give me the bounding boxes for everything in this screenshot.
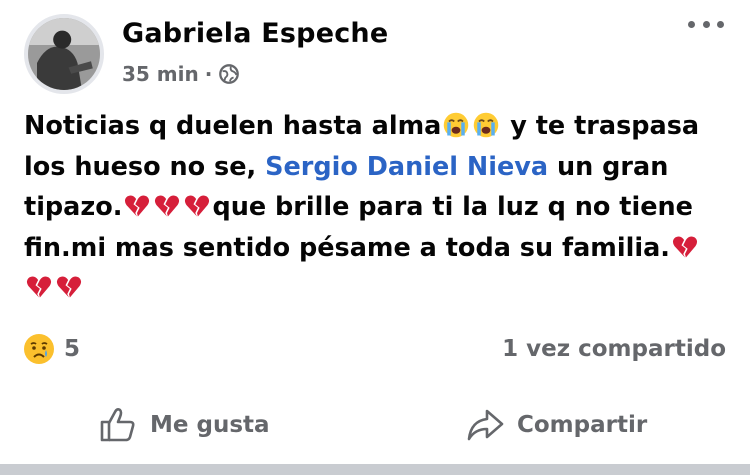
avatar[interactable] [24,14,104,94]
thumbs-up-icon [100,408,135,442]
post-stats: 5 1 vez compartido [22,332,726,366]
broken-heart-emoji [153,192,181,220]
broken-heart-emoji [123,192,151,220]
loudly-crying-face-emoji [442,111,470,139]
like-button[interactable]: Me gusta [98,405,270,445]
broken-heart-emoji [55,273,83,301]
loudly-crying-face-emoji [472,111,500,139]
share-label: Compartir [517,412,648,438]
share-button[interactable]: Compartir [465,405,647,445]
share-arrow-icon [467,409,504,441]
action-bar: Me gusta Compartir [0,395,750,455]
mention-link[interactable]: Sergio Daniel Nieva [265,152,548,182]
broken-heart-emoji [25,273,53,301]
more-options-icon[interactable] [688,14,724,34]
reaction-count: 5 [64,336,81,362]
meta-separator: · [204,62,213,86]
text-part-1: Noticias q duelen hasta alma [24,111,442,141]
author-name[interactable]: Gabriela Espeche [122,18,388,49]
post-text: Noticias q duelen hasta alma y te traspa… [24,106,724,309]
broken-heart-emoji [183,192,211,220]
post-meta: 35 min · [122,62,240,86]
globe-icon[interactable] [218,63,240,85]
reactions-summary[interactable]: 5 [22,332,80,366]
like-label: Me gusta [150,412,270,438]
post-time[interactable]: 35 min [122,62,199,86]
share-count[interactable]: 1 vez compartido [502,336,726,362]
post-card: Gabriela Espeche 35 min · Noticias q due… [0,0,750,464]
post-header: Gabriela Espeche 35 min · [24,10,724,94]
sad-reaction-icon [24,334,54,364]
avatar-photo [28,18,100,90]
divider [0,464,750,475]
broken-heart-emoji [671,233,699,261]
